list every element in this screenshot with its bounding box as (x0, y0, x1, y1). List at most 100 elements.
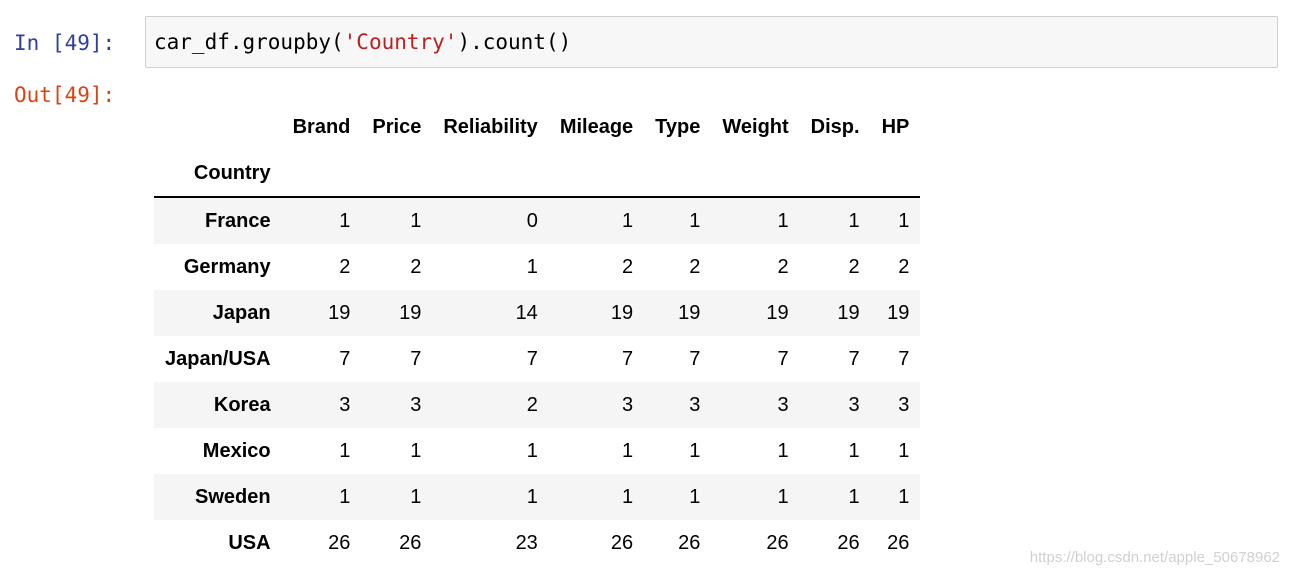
table-cell: 1 (777, 439, 789, 462)
row-index-label: Mexico (202, 439, 271, 462)
table-cell: 1 (410, 485, 422, 508)
input-prompt: In [49]: (14, 31, 116, 55)
column-header: Mileage (559, 115, 634, 138)
table-cell: 2 (689, 255, 701, 278)
table-row: Mexico 1 1 1 1 1 1 1 1 (154, 428, 921, 474)
row-index-label: Japan/USA (165, 347, 271, 370)
blank-header-cell (548, 150, 645, 198)
blank-header-cell (870, 150, 921, 198)
row-index-label: Korea (213, 393, 271, 416)
row-index-label: Germany (183, 255, 271, 278)
table-cell: 2 (526, 393, 538, 416)
table-cell: 1 (689, 485, 701, 508)
table-cell: 7 (526, 347, 538, 370)
column-header: Type (655, 115, 701, 138)
table-cell: 1 (848, 485, 860, 508)
table-cell: 1 (622, 439, 634, 462)
blank-header-cell (281, 150, 362, 198)
table-cell: 19 (678, 301, 701, 324)
table-cell: 1 (848, 209, 860, 232)
table-cell: 7 (339, 347, 351, 370)
table-cell: 1 (526, 439, 538, 462)
table-cell: 3 (622, 393, 634, 416)
table-cell: 19 (837, 301, 860, 324)
table-cell: 1 (410, 439, 422, 462)
table-cell: 26 (399, 531, 422, 554)
table-cell: 3 (689, 393, 701, 416)
corner-cell (154, 104, 282, 150)
table-cell: 7 (410, 347, 422, 370)
row-index-label: Sweden (195, 485, 271, 508)
table-cell: 7 (622, 347, 634, 370)
table-cell: 7 (689, 347, 701, 370)
table-body: France 1 1 0 1 1 1 1 1 Germany 2 2 1 2 2 2 2 2 Japan 19 19 14… (154, 197, 921, 566)
table-row: Japan 19 19 14 19 19 19 19 19 (154, 290, 921, 336)
table-cell: 1 (848, 439, 860, 462)
table-cell: 1 (526, 485, 538, 508)
table-cell: 26 (837, 531, 860, 554)
table-cell: 26 (328, 531, 351, 554)
table-row: France 1 1 0 1 1 1 1 1 (154, 197, 921, 244)
index-name-row: Country (154, 150, 921, 198)
table-cell: 1 (339, 209, 351, 232)
row-index-label: USA (228, 531, 271, 554)
table-cell: 1 (689, 439, 701, 462)
table-cell: 1 (622, 485, 634, 508)
row-index-label: France (205, 209, 271, 232)
table-cell: 19 (328, 301, 351, 324)
table-row: Korea 3 3 2 3 3 3 3 3 (154, 382, 921, 428)
table-cell: 2 (777, 255, 789, 278)
table-row: Germany 2 2 1 2 2 2 2 2 (154, 244, 921, 290)
code-prefix: car_df.groupby( (154, 30, 344, 54)
column-header: Price (372, 115, 422, 138)
column-header: Brand (292, 115, 351, 138)
code-line[interactable]: car_df.groupby('Country').count() (154, 29, 571, 55)
blank-header-cell (432, 150, 549, 198)
table-cell: 3 (848, 393, 860, 416)
table-cell: 3 (339, 393, 351, 416)
table-cell: 1 (898, 485, 910, 508)
table-cell: 26 (610, 531, 634, 554)
table-cell: 1 (689, 209, 701, 232)
watermark: https://blog.csdn.net/apple_50678962 (1029, 549, 1280, 566)
table-row: Sweden 1 1 1 1 1 1 1 1 (154, 474, 921, 520)
table-cell: 2 (622, 255, 634, 278)
table-cell: 1 (410, 209, 422, 232)
table-cell: 26 (766, 531, 789, 554)
table-cell: 3 (410, 393, 422, 416)
blank-header-cell (799, 150, 871, 198)
blank-header-cell (361, 150, 433, 198)
table-cell: 7 (898, 347, 910, 370)
table-cell: 19 (887, 301, 910, 324)
table-cell: 3 (777, 393, 789, 416)
table-cell: 7 (777, 347, 789, 370)
table-cell: 19 (766, 301, 789, 324)
table-cell: 1 (339, 485, 351, 508)
table-row: Japan/USA 7 7 7 7 7 7 7 7 (154, 336, 921, 382)
table-cell: 19 (610, 301, 634, 324)
table-cell: 26 (678, 531, 701, 554)
table-cell: 0 (526, 209, 538, 232)
output-prompt: Out[49]: (14, 83, 116, 107)
column-header: Disp. (810, 115, 860, 138)
table-cell: 1 (898, 209, 910, 232)
table-cell: 3 (898, 393, 910, 416)
table-head: Brand Price Reliability Mileage Type Wei… (154, 104, 921, 198)
table-cell: 2 (848, 255, 860, 278)
table-row: USA 26 26 23 26 26 26 26 26 (154, 520, 921, 566)
table-cell: 1 (339, 439, 351, 462)
table-cell: 1 (622, 209, 634, 232)
table-cell: 1 (777, 209, 789, 232)
code-string-literal: 'Country' (343, 30, 458, 54)
code-input-cell[interactable]: car_df.groupby('Country').count() (145, 16, 1278, 68)
row-index-label: Japan (212, 301, 271, 324)
table-cell: 1 (898, 439, 910, 462)
code-suffix: ).count() (457, 30, 572, 54)
column-header: Reliability (443, 115, 538, 138)
column-header: HP (881, 115, 910, 138)
table-cell: 2 (339, 255, 351, 278)
table-cell: 1 (777, 485, 789, 508)
dataframe-table: Brand Price Reliability Mileage Type Wei… (154, 104, 921, 566)
index-name: Country (154, 150, 282, 198)
table-cell: 26 (887, 531, 910, 554)
